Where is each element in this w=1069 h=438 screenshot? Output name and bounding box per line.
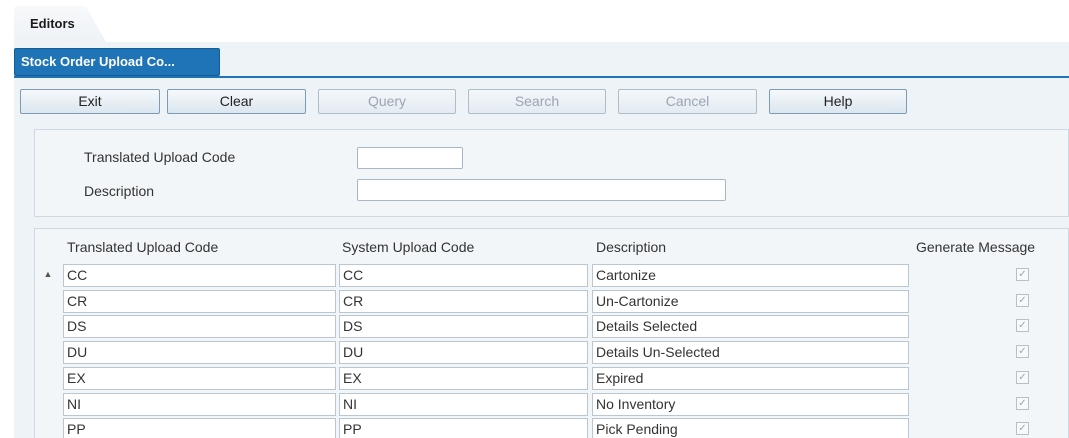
description-cell[interactable]: Details Un-Selected: [592, 341, 909, 364]
column-header-translated-code[interactable]: Translated Upload Code: [67, 239, 218, 255]
translated-code-input[interactable]: [357, 147, 463, 169]
translated-code-cell[interactable]: DS: [63, 315, 336, 338]
system-code-cell[interactable]: DS: [339, 315, 588, 338]
editors-tab-label: Editors: [30, 16, 75, 31]
document-tab-underline: [14, 76, 1069, 78]
query-button[interactable]: Query: [318, 89, 456, 114]
help-button[interactable]: Help: [769, 89, 907, 114]
description-cell[interactable]: No Inventory: [592, 393, 909, 416]
table-row[interactable]: CC CC Cartonize ✓: [0, 264, 1069, 289]
toolbar: Exit Clear Query Search Cancel Help: [14, 84, 1069, 118]
description-label: Description: [84, 183, 155, 199]
column-header-generate-message[interactable]: Generate Message: [916, 239, 1035, 255]
description-cell[interactable]: Un-Cartonize: [592, 290, 909, 313]
column-header-system-code[interactable]: System Upload Code: [342, 239, 474, 255]
generate-message-checkbox[interactable]: ✓: [1016, 268, 1029, 281]
translated-code-cell[interactable]: NI: [63, 393, 336, 416]
table-row[interactable]: EX EX Expired ✓: [0, 367, 1069, 392]
generate-message-checkbox[interactable]: ✓: [1016, 319, 1029, 332]
generate-message-checkbox[interactable]: ✓: [1016, 422, 1029, 435]
table-row[interactable]: DS DS Details Selected ✓: [0, 315, 1069, 340]
table-row[interactable]: NI NI No Inventory ✓: [0, 393, 1069, 418]
description-cell[interactable]: Cartonize: [592, 264, 909, 287]
translated-code-cell[interactable]: PP: [63, 418, 336, 438]
description-input[interactable]: [357, 179, 726, 201]
system-code-cell[interactable]: CC: [339, 264, 588, 287]
system-code-cell[interactable]: DU: [339, 341, 588, 364]
system-code-cell[interactable]: EX: [339, 367, 588, 390]
generate-message-checkbox[interactable]: ✓: [1016, 371, 1029, 384]
system-code-cell[interactable]: CR: [339, 290, 588, 313]
system-code-cell[interactable]: NI: [339, 393, 588, 416]
document-tab[interactable]: Stock Order Upload Co...: [14, 48, 220, 76]
table-row[interactable]: CR CR Un-Cartonize ✓: [0, 290, 1069, 315]
translated-code-cell[interactable]: EX: [63, 367, 336, 390]
translated-code-cell[interactable]: CC: [63, 264, 336, 287]
translated-code-cell[interactable]: CR: [63, 290, 336, 313]
translated-code-cell[interactable]: DU: [63, 341, 336, 364]
top-strip: [0, 0, 1069, 42]
translated-code-label: Translated Upload Code: [84, 149, 236, 165]
generate-message-checkbox[interactable]: ✓: [1016, 345, 1029, 358]
generate-message-checkbox[interactable]: ✓: [1016, 397, 1029, 410]
column-header-description[interactable]: Description: [596, 239, 666, 255]
description-cell[interactable]: Pick Pending: [592, 418, 909, 438]
system-code-cell[interactable]: PP: [339, 418, 588, 438]
description-cell[interactable]: Details Selected: [592, 315, 909, 338]
exit-button[interactable]: Exit: [20, 89, 160, 114]
table-row[interactable]: PP PP Pick Pending ✓: [0, 418, 1069, 438]
cancel-button[interactable]: Cancel: [618, 89, 757, 114]
table-row[interactable]: DU DU Details Un-Selected ✓: [0, 341, 1069, 366]
description-cell[interactable]: Expired: [592, 367, 909, 390]
search-panel: [34, 129, 1069, 217]
search-button[interactable]: Search: [468, 89, 606, 114]
generate-message-checkbox[interactable]: ✓: [1016, 294, 1029, 307]
clear-button[interactable]: Clear: [167, 89, 306, 114]
